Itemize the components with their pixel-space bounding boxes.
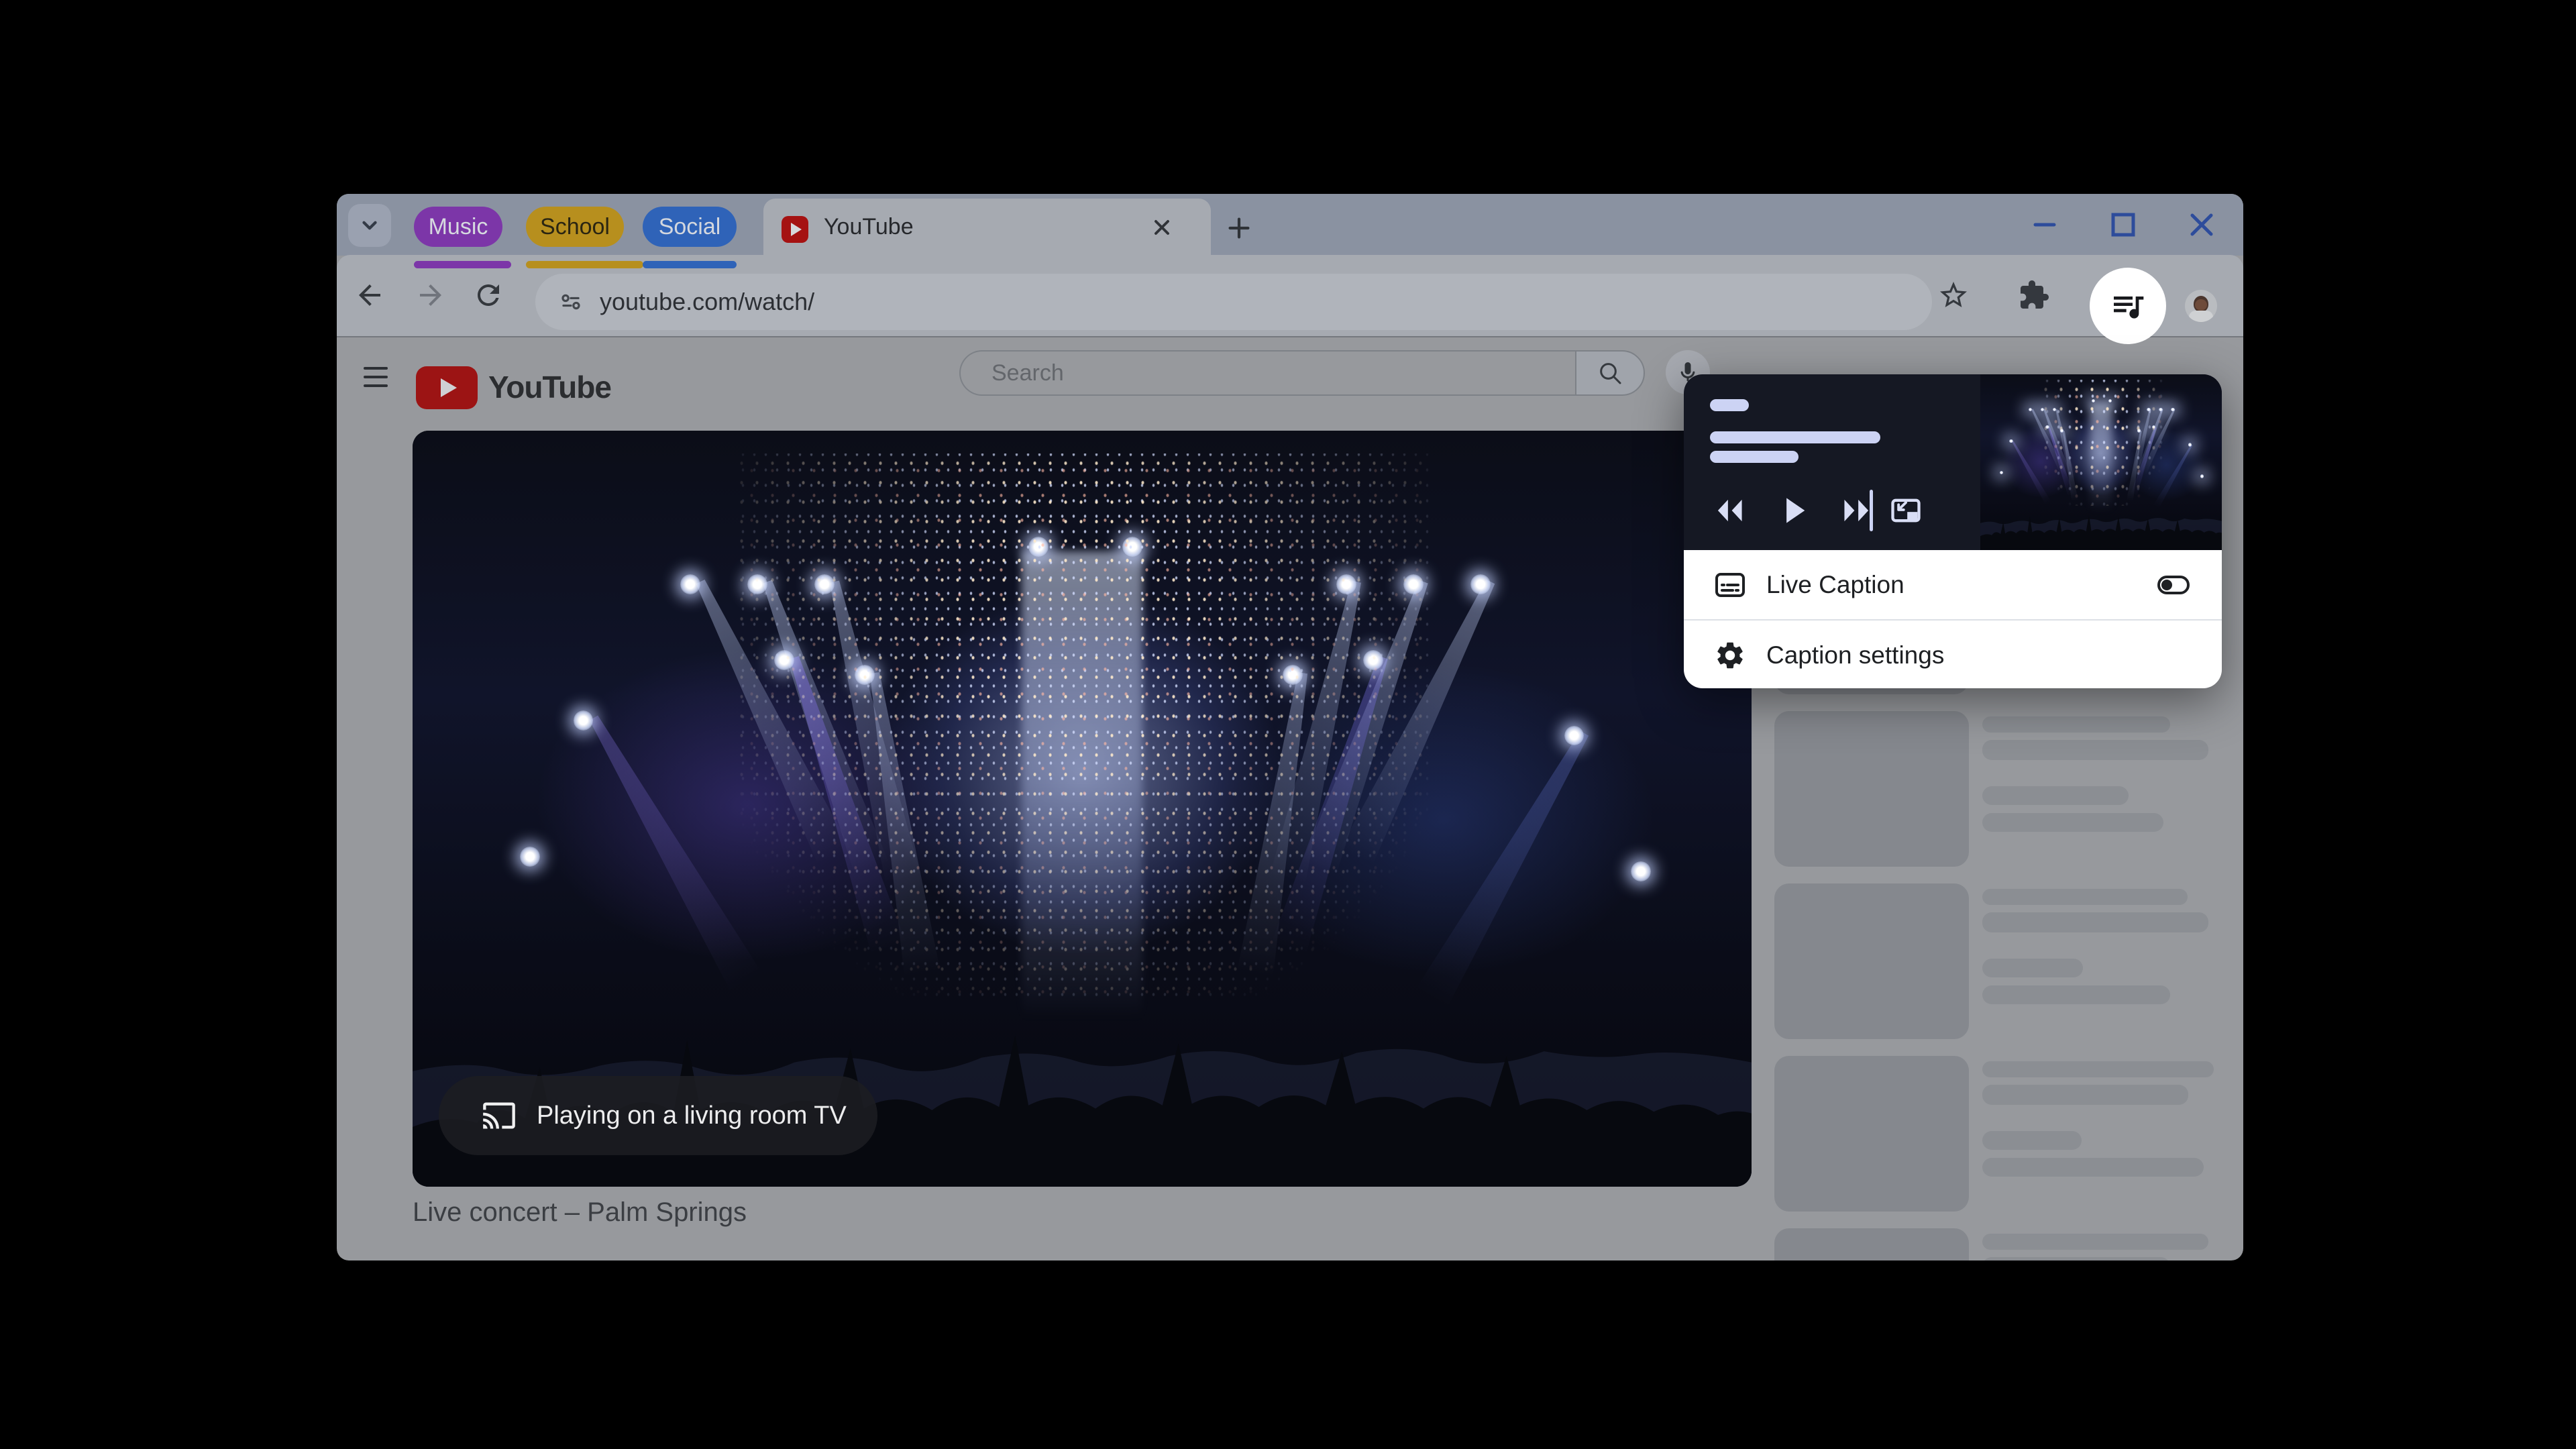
media-source-skeleton — [1710, 399, 1749, 411]
youtube-favicon-icon — [782, 216, 808, 243]
close-icon — [2190, 213, 2213, 236]
tab-close-icon[interactable] — [1150, 215, 1174, 239]
crowd-silhouette — [1980, 515, 2222, 550]
dot-layer — [2188, 443, 2192, 447]
text-line-skeleton — [1982, 1257, 2170, 1260]
live-caption-icon — [1715, 572, 1745, 597]
thumbnail-skeleton — [1774, 883, 1969, 1039]
text-line-skeleton — [1982, 1085, 2188, 1105]
reload-button[interactable] — [472, 279, 504, 311]
dot-layer — [573, 710, 594, 731]
tab-group-music[interactable]: Music — [414, 207, 502, 247]
profile-avatar[interactable] — [2185, 290, 2217, 322]
tab-youtube[interactable]: YouTube — [763, 199, 1211, 256]
toolbar-divider — [337, 336, 2243, 337]
text-line-skeleton — [1982, 1131, 2082, 1150]
window-controls — [2030, 194, 2216, 256]
thumbnail-skeleton — [1774, 1228, 1969, 1260]
video-title: Live concert – Palm Springs — [413, 1197, 747, 1227]
controls-divider — [1870, 490, 1873, 531]
text-line-skeleton — [1982, 912, 2208, 932]
address-bar[interactable]: youtube.com/watch/ — [535, 274, 1932, 330]
youtube-menu-button[interactable] — [364, 367, 388, 387]
avatar-shirt — [2189, 311, 2213, 322]
maximize-icon — [2111, 213, 2135, 237]
minimize-icon — [2033, 223, 2056, 227]
tab-group-line-social — [643, 261, 737, 268]
media-artist-skeleton — [1710, 451, 1799, 463]
next-track-button[interactable] — [1842, 497, 1873, 524]
avatar-face — [2195, 299, 2207, 311]
tab-search-button[interactable] — [348, 204, 391, 247]
play-button[interactable] — [1783, 497, 1807, 524]
chevron-down-icon — [362, 221, 377, 230]
new-tab-button[interactable] — [1224, 213, 1254, 244]
previous-track-button[interactable] — [1713, 497, 1744, 524]
tab-group-line-music — [414, 261, 511, 268]
tab-group-school[interactable]: School — [526, 207, 624, 247]
minimize-button[interactable] — [2030, 210, 2059, 239]
maximize-button[interactable] — [2108, 210, 2138, 239]
text-line-skeleton — [1982, 1234, 2208, 1250]
dot-layer — [2200, 474, 2204, 478]
text-line-skeleton — [1982, 813, 2163, 832]
queue-music-icon — [2114, 297, 2144, 319]
extensions-puzzle-button[interactable] — [2018, 279, 2050, 311]
live-caption-row[interactable]: Live Caption — [1684, 550, 2222, 619]
cast-status-overlay: Playing on a living room TV — [439, 1076, 877, 1155]
picture-in-picture-button[interactable] — [1888, 493, 1923, 528]
youtube-search-input[interactable]: Search — [959, 350, 1575, 396]
text-line-skeleton — [1982, 985, 2170, 1004]
youtube-logo-icon[interactable] — [416, 366, 478, 409]
text-line-skeleton — [1982, 716, 2170, 733]
text-line-skeleton — [1982, 959, 2083, 977]
media-artwork — [1980, 374, 2222, 550]
url-text: youtube.com/watch/ — [600, 288, 815, 315]
tab-title: YouTube — [824, 214, 914, 239]
live-caption-label: Live Caption — [1766, 570, 1904, 598]
text-line-skeleton — [1982, 1061, 2214, 1077]
dot-layer — [519, 846, 540, 867]
global-media-controls-popup: Live Caption Caption settings — [1684, 374, 2222, 688]
gear-icon — [1717, 642, 1743, 668]
caption-settings-label: Caption settings — [1766, 641, 1945, 669]
browser-window: Music School Social YouTube youtube.com/… — [337, 194, 2243, 1260]
dot-layer — [680, 574, 701, 595]
search-placeholder: Search — [991, 360, 1064, 386]
search-icon — [1600, 363, 1621, 384]
dot-layer — [2029, 407, 2033, 412]
concert-video-frame — [413, 431, 1752, 1187]
media-controls-button[interactable] — [2090, 268, 2166, 344]
close-window-button[interactable] — [2187, 210, 2216, 239]
cast-icon — [483, 1102, 515, 1129]
forward-button[interactable] — [415, 279, 447, 311]
tab-group-social[interactable]: Social — [643, 207, 737, 247]
back-button[interactable] — [354, 279, 386, 311]
media-title-skeleton — [1710, 431, 1880, 443]
caption-menu: Live Caption Caption settings — [1684, 550, 2222, 688]
text-line-skeleton — [1982, 889, 2188, 905]
text-line-skeleton — [1982, 740, 2208, 760]
text-line-skeleton — [1982, 1158, 2204, 1177]
media-session-card[interactable] — [1684, 374, 2222, 550]
bookmark-star-button[interactable] — [1937, 279, 1970, 311]
thumbnail-skeleton — [1774, 1056, 1969, 1212]
video-player[interactable]: Playing on a living room TV — [413, 431, 1752, 1187]
dot-layer — [1470, 574, 1491, 595]
tab-strip: Music School Social YouTube — [337, 194, 2243, 256]
dot-layer — [2009, 439, 2013, 443]
site-info-icon[interactable] — [558, 289, 584, 315]
youtube-search-button[interactable] — [1575, 350, 1645, 396]
caption-settings-row[interactable]: Caption settings — [1684, 621, 2222, 688]
cast-status-text: Playing on a living room TV — [537, 1101, 847, 1130]
thumbnail-skeleton — [1774, 711, 1969, 867]
live-caption-toggle[interactable] — [2157, 576, 2190, 594]
dot-layer — [2171, 407, 2175, 412]
youtube-wordmark: YouTube — [488, 370, 612, 405]
text-line-skeleton — [1982, 786, 2129, 805]
tab-group-line-school — [526, 261, 643, 268]
